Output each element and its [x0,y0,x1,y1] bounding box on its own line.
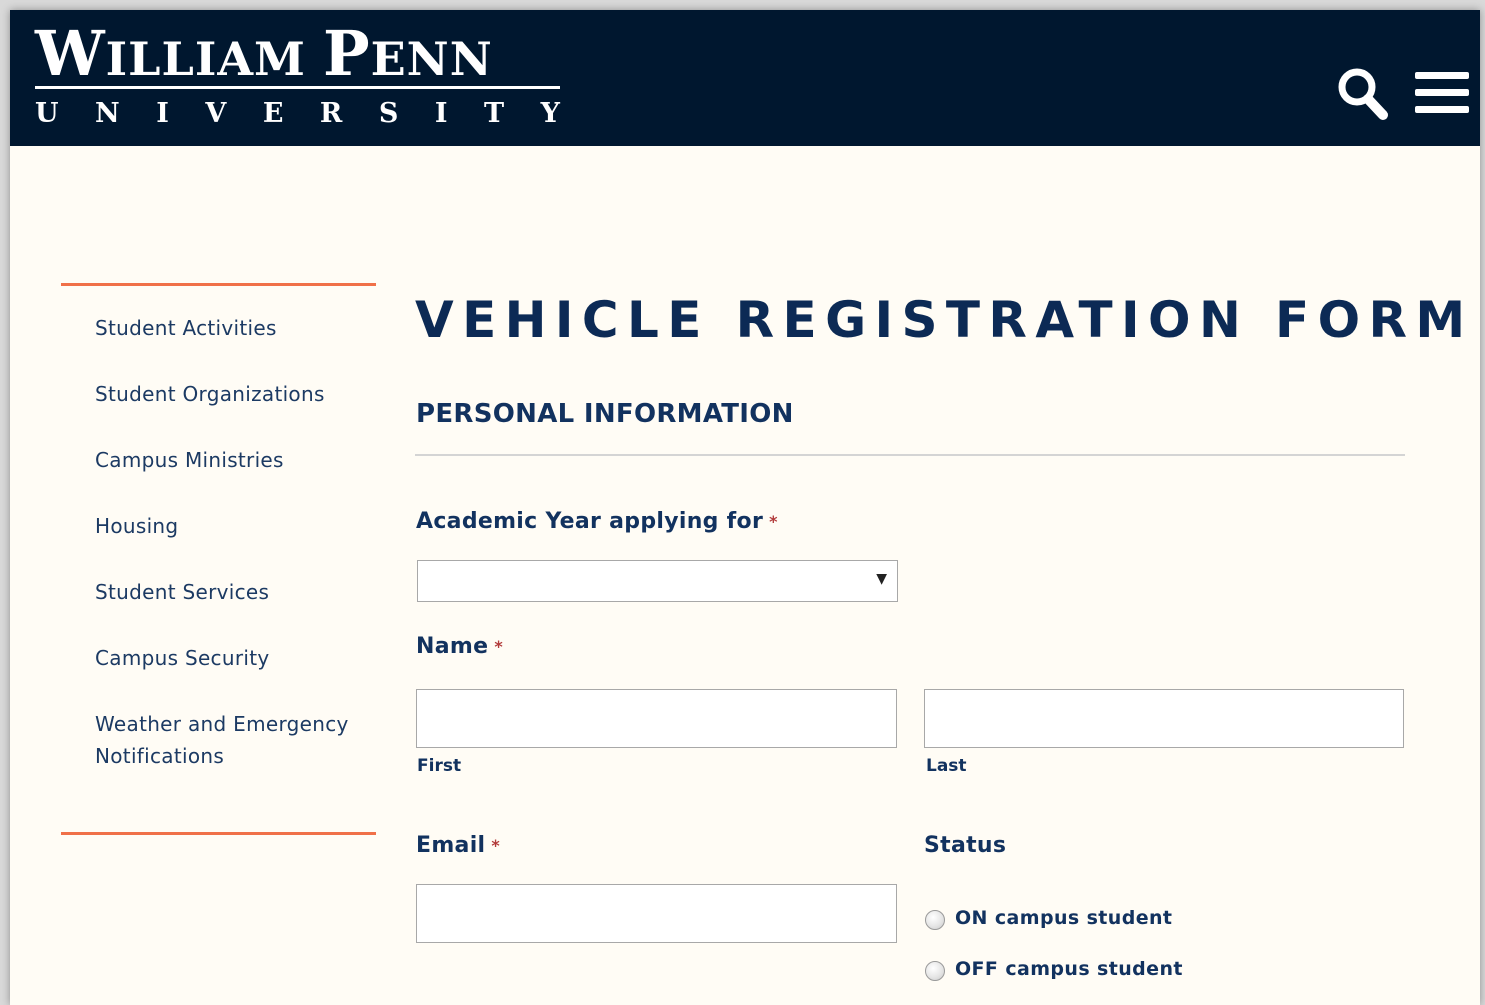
sidebar-item-label: Weather and Emergency [95,712,349,736]
first-name-input[interactable] [416,689,897,748]
sidebar-item-student-organizations[interactable]: Student Organizations [95,378,395,444]
email-label: Email * [416,831,500,861]
section-divider [415,454,1405,456]
section-title: PERSONAL INFORMATION [416,399,794,429]
logo-letter: U [35,98,59,129]
search-icon [1338,68,1388,120]
logo-letter: E [262,98,284,129]
radio-button[interactable] [925,961,945,981]
sidebar-item-student-services[interactable]: Student Services [95,576,395,642]
email-label-text: Email [416,833,486,858]
sidebar-item-weather-emergency[interactable]: Weather and Emergency Notifications [95,708,395,788]
academic-year-label-text: Academic Year applying for [416,509,764,534]
university-logo[interactable]: WILLIAM PENN U N I V E R S I T Y [35,17,565,134]
sidebar-item-campus-ministries[interactable]: Campus Ministries [95,444,395,510]
required-marker: * [769,512,778,531]
first-name-sublabel: First [417,756,462,776]
logo-letter: I [434,98,448,129]
logo-letter: S [378,98,399,129]
radio-label: OFF campus student [955,958,1183,980]
radio-button[interactable] [925,910,945,930]
sidebar-item-student-activities[interactable]: Student Activities [95,312,395,378]
last-name-sublabel: Last [926,756,967,776]
name-label-text: Name [416,634,489,659]
logo-letter: Y [540,98,560,129]
sidebar-bottom-divider [61,832,376,835]
radio-label: ON campus student [955,907,1173,929]
status-option-off-campus[interactable]: OFF campus student [925,955,1183,983]
sidebar-item-housing[interactable]: Housing [95,510,395,576]
name-label: Name * [416,632,503,662]
menu-button[interactable] [1415,72,1471,116]
academic-year-select[interactable]: ▼ [417,560,898,602]
logo-letter: R [319,98,343,129]
academic-year-label: Academic Year applying for * [416,507,778,537]
required-marker: * [491,836,501,855]
last-name-input[interactable] [924,689,1404,748]
dropdown-arrow-icon: ▼ [876,571,887,587]
logo-letter: T [484,98,505,129]
search-button[interactable] [1335,65,1391,123]
browser-page: WILLIAM PENN U N I V E R S I T Y Student Activiti… [10,10,1480,1005]
email-input[interactable] [416,884,897,943]
page-title: VEHICLE REGISTRATION FORM [415,291,1474,349]
status-option-on-campus[interactable]: ON campus student [925,904,1172,932]
sidebar-item-campus-security[interactable]: Campus Security [95,642,395,708]
logo-letter: N [95,98,120,129]
sidebar-item-label-continued: Notifications [95,744,225,768]
logo-letter: I [156,98,169,129]
status-label: Status [924,833,1007,858]
sidebar-top-divider [61,283,376,286]
required-marker: * [494,637,503,656]
logo-divider [35,86,560,89]
logo-wordmark: WILLIAM PENN [35,17,493,90]
site-header: WILLIAM PENN U N I V E R S I T Y [10,10,1480,146]
sidebar-nav: Student Activities Student Organizations… [95,312,395,788]
logo-letter: V [205,98,227,129]
logo-subtitle: UNIVERSITY [35,96,560,132]
